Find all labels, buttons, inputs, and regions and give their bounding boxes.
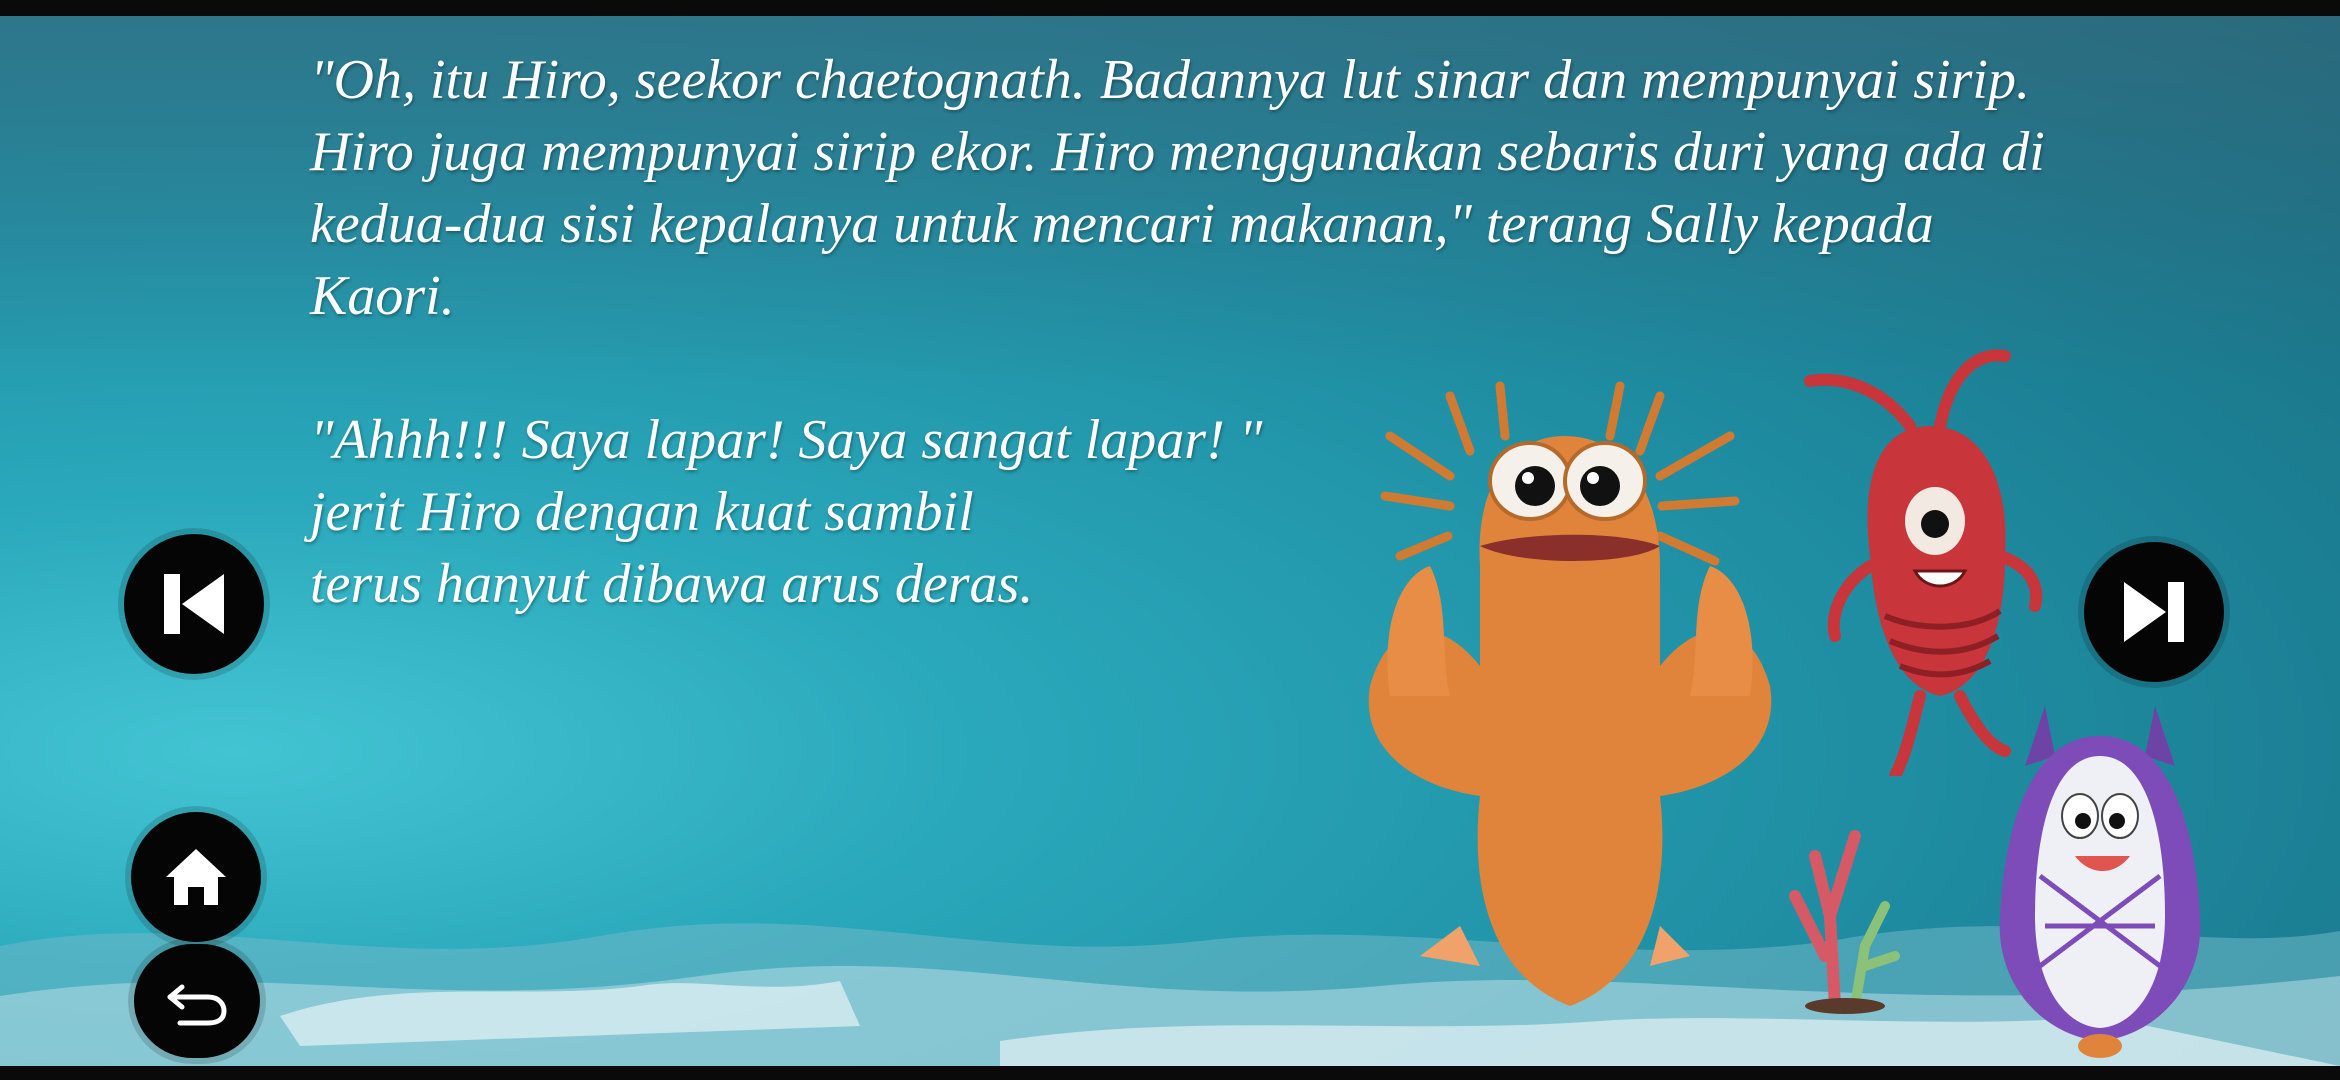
purple-character — [1999, 706, 2201, 1058]
bottom-bar — [0, 1066, 2340, 1080]
home-button[interactable] — [131, 812, 261, 942]
skip-previous-icon — [164, 574, 224, 634]
next-page-button[interactable] — [2084, 542, 2224, 682]
status-bar — [0, 0, 2340, 16]
story-paragraph-1: "Oh, itu Hiro, seekor chaetognath. Badan… — [310, 49, 2045, 327]
back-button[interactable] — [134, 944, 260, 1058]
story-line: terus hanyut dibawa arus deras. — [310, 553, 1034, 615]
skip-next-icon — [2124, 582, 2184, 642]
story-line: "Ahhh!!! Saya lapar! Saya sangat lapar! … — [310, 409, 1263, 471]
coral-decoration — [1789, 830, 1900, 1014]
home-icon — [166, 849, 226, 905]
previous-page-button[interactable] — [124, 534, 264, 674]
story-scene: "Oh, itu Hiro, seekor chaetognath. Badan… — [0, 16, 2340, 1066]
story-line: jerit Hiro dengan kuat sambil — [310, 481, 974, 543]
hiro-character — [1368, 381, 1772, 1006]
undo-arrow-icon — [167, 984, 227, 1026]
